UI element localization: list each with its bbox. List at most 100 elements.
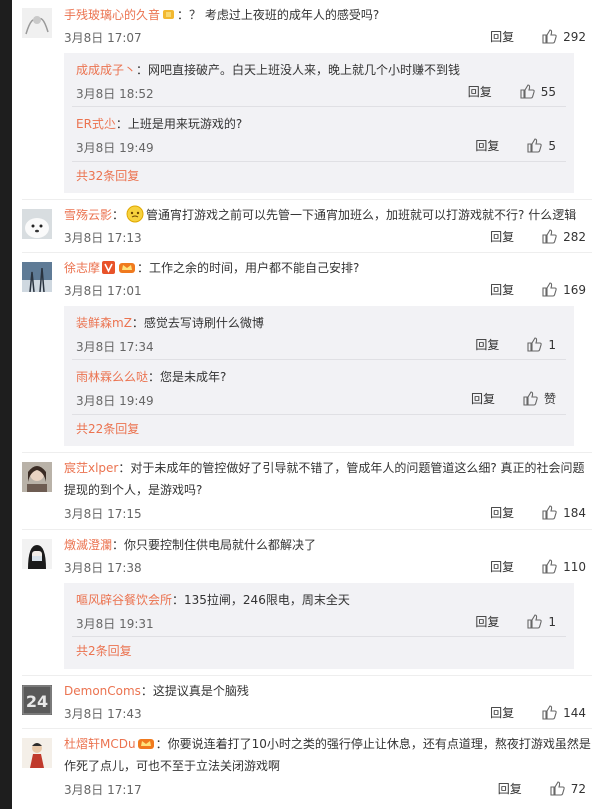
- comment-date: 3月8日 17:13: [64, 231, 142, 245]
- reply-button[interactable]: 回复: [490, 704, 514, 721]
- like-count: 184: [563, 505, 586, 520]
- view-more-replies-link[interactable]: 共2条回复: [76, 642, 132, 659]
- thumbs-up-icon[interactable]: [542, 29, 557, 44]
- comment-divider: [22, 675, 592, 676]
- avatar[interactable]: [22, 462, 52, 492]
- avatar[interactable]: [22, 262, 52, 292]
- comment-actions: 回复 144: [490, 704, 586, 721]
- reply-button[interactable]: 回复: [498, 780, 522, 797]
- thumbs-up-icon[interactable]: [520, 84, 535, 99]
- like-count: 1: [548, 337, 556, 352]
- reply-actions: 回复 1: [475, 613, 556, 630]
- comment-text: ：工作之余的时间，用户都不能自己安排?: [137, 261, 360, 275]
- reply-item: 装鲜森mZ：感觉去写诗刷什么微博 3月8日 17:34 回复 1: [64, 306, 574, 359]
- comment-actions: 回复 282: [490, 228, 586, 245]
- like-count: 赞: [543, 392, 556, 406]
- reply-box: 成成成子丶：网吧直接破产。白天上班没人来，晚上就几个小时赚不到钱 3月8日 18…: [64, 53, 574, 193]
- reply-button[interactable]: 回复: [475, 137, 499, 154]
- thumbs-up-icon[interactable]: [550, 781, 565, 796]
- thumbs-up-icon[interactable]: [542, 229, 557, 244]
- verified-v-icon: [102, 259, 116, 274]
- reply-body: 装鲜森mZ：感觉去写诗刷什么微博: [76, 314, 264, 332]
- reply-actions: 回复 5: [475, 137, 556, 154]
- reply-item: 成成成子丶：网吧直接破产。白天上班没人来，晚上就几个小时赚不到钱 3月8日 18…: [64, 53, 574, 106]
- comment-date: 3月8日 17:38: [64, 561, 142, 575]
- reply-username[interactable]: 成成成子丶: [76, 63, 136, 77]
- reply-actions: 回复 赞: [471, 390, 556, 407]
- avatar[interactable]: [22, 209, 52, 239]
- reply-username[interactable]: ER式尐: [76, 117, 116, 131]
- comment-divider: [22, 452, 592, 453]
- comment-body: 徐志摩 ：工作之余的时间，用户都不能自己安排?: [64, 257, 592, 279]
- comment-username[interactable]: 徐志摩: [64, 261, 100, 275]
- reply-button[interactable]: 回复: [475, 613, 499, 630]
- reply-text: ：网吧直接破产。白天上班没人来，晚上就几个小时赚不到钱: [136, 63, 461, 77]
- reply-button[interactable]: 回复: [468, 83, 492, 100]
- reply-username[interactable]: 雨林霖么么哒: [76, 370, 148, 384]
- comment-date: 3月8日 17:01: [64, 284, 142, 298]
- like-count: 1: [548, 614, 556, 629]
- thumbs-up-icon[interactable]: [542, 559, 557, 574]
- comment-text: 管通宵打游戏之前可以先管一下通宵加班么，加班就可以打游戏就不行? 什么逻辑: [146, 208, 577, 222]
- reply-body: 雨林霖么么哒：您是未成年?: [76, 368, 226, 386]
- like-count: 292: [563, 29, 586, 44]
- comment-username[interactable]: 雪殇云影: [64, 208, 112, 222]
- reply-button[interactable]: 回复: [490, 504, 514, 521]
- avatar-text: 24: [26, 692, 48, 711]
- like-count: 72: [570, 781, 586, 796]
- reply-box: 装鲜森mZ：感觉去写诗刷什么微博 3月8日 17:34 回复 1 雨林霖么么哒：…: [64, 306, 574, 446]
- comment-body: 宸茳xlper：对于未成年的管控做好了引导就不错了，管成年人的问题管道这么细? …: [64, 457, 592, 501]
- reply-date: 3月8日 17:34: [76, 340, 154, 354]
- thumbs-up-icon[interactable]: [527, 138, 543, 153]
- comment-actions: 回复 169: [490, 281, 586, 298]
- reply-button[interactable]: 回复: [490, 281, 514, 298]
- comment-text: ：？ 考虑过上夜班的成年人的感受吗?: [177, 8, 380, 22]
- reply-date: 3月8日 18:52: [76, 87, 154, 101]
- reply-button[interactable]: 回复: [490, 558, 514, 575]
- thumbs-up-icon[interactable]: [542, 705, 557, 720]
- reply-button[interactable]: 回复: [475, 336, 499, 353]
- comment-text: ：对于未成年的管控做好了引导就不错了，管成年人的问题管道这么细? 真正的社会问题…: [64, 461, 585, 497]
- comment-divider: [22, 728, 592, 729]
- like-count: 5: [548, 138, 556, 153]
- thumbs-up-icon[interactable]: [527, 614, 543, 629]
- gold-medal-icon: [162, 6, 175, 19]
- reply-button[interactable]: 回复: [490, 28, 514, 45]
- reply-button[interactable]: 回复: [490, 228, 514, 245]
- reply-username[interactable]: 嘔风辟谷餐饮会所: [76, 593, 172, 607]
- thumbs-up-icon[interactable]: [542, 505, 557, 520]
- reply-date: 3月8日 19:49: [76, 394, 154, 408]
- comment-username[interactable]: 燉滅澄瀾: [64, 538, 112, 552]
- reply-actions: 回复 55: [468, 83, 556, 100]
- view-more-replies-link[interactable]: 共22条回复: [76, 420, 139, 437]
- reply-item: 雨林霖么么哒：您是未成年? 3月8日 19:49 回复 赞: [64, 360, 574, 413]
- reply-username[interactable]: 装鲜森mZ: [76, 316, 132, 330]
- reply-text: ：您是未成年?: [148, 370, 227, 384]
- comment-body: DemonComs：这提议真是个脑残: [64, 680, 592, 702]
- avatar[interactable]: [22, 539, 52, 569]
- comment-actions: 回复 72: [498, 780, 586, 797]
- comment-username[interactable]: 宸茳xlper: [64, 461, 118, 475]
- comment-divider: [22, 199, 592, 200]
- thumbs-up-icon[interactable]: [523, 391, 538, 406]
- view-more-replies-link[interactable]: 共32条回复: [76, 167, 139, 184]
- comment-username[interactable]: DemonComs: [64, 684, 141, 698]
- thumbs-up-icon[interactable]: [542, 282, 557, 297]
- comment-username[interactable]: 手残玻璃心的久音: [64, 8, 160, 22]
- comment-text: ：你只要控制住供电局就什么都解决了: [112, 538, 317, 552]
- avatar[interactable]: [22, 8, 52, 38]
- reply-body: 嘔风辟谷餐饮会所：135拉闸，246限电，周末全天: [76, 591, 350, 609]
- reply-divider: [72, 161, 566, 162]
- reply-item: ER式尐：上班是用来玩游戏的? 3月8日 19:49 回复 5: [64, 107, 574, 160]
- reply-button[interactable]: 回复: [471, 390, 495, 407]
- comment-username[interactable]: 杜熠轩MCDu: [64, 737, 136, 751]
- reply-divider: [72, 636, 566, 637]
- reply-body: ER式尐：上班是用来玩游戏的?: [76, 115, 242, 133]
- reply-box: 嘔风辟谷餐饮会所：135拉闸，246限电，周末全天 3月8日 19:31 回复 …: [64, 583, 574, 669]
- avatar[interactable]: [22, 738, 52, 768]
- like-count: 55: [540, 84, 556, 99]
- avatar[interactable]: 24: [22, 685, 52, 715]
- vip-crown-icon: [119, 259, 136, 273]
- like-count: 144: [563, 705, 586, 720]
- thumbs-up-icon[interactable]: [527, 337, 543, 352]
